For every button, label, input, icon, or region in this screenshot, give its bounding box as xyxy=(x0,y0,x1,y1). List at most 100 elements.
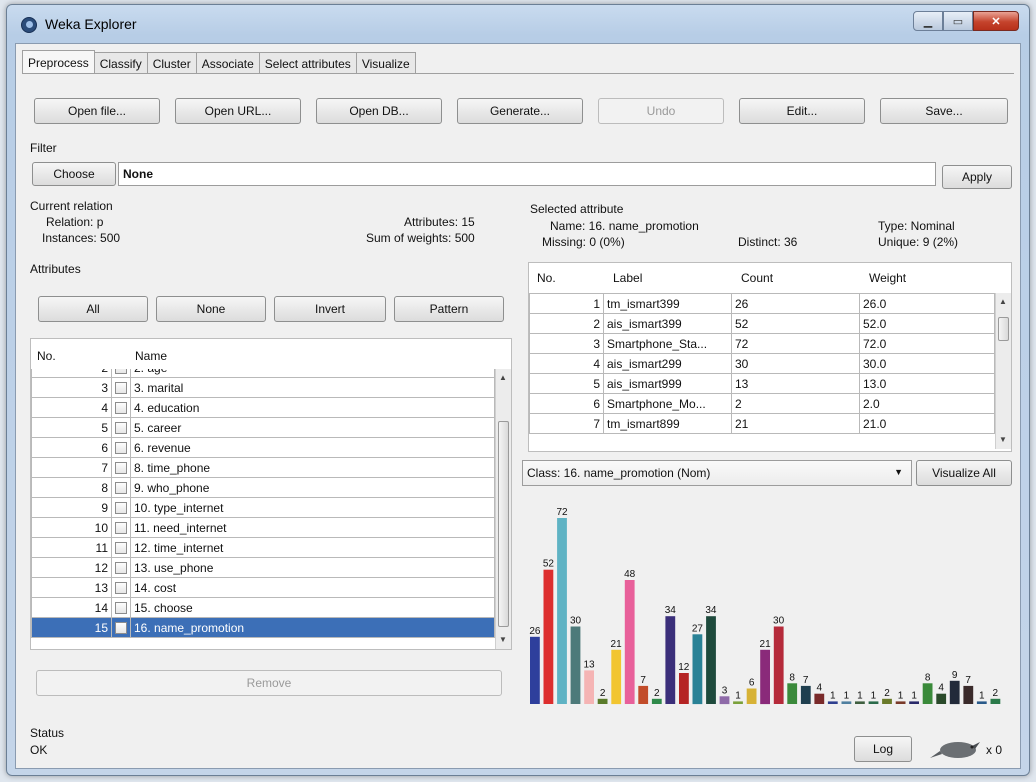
title-bar: Weka Explorer ▁ ▭ ✕ xyxy=(7,5,1029,43)
row-checkbox[interactable] xyxy=(115,462,127,475)
bar-31 xyxy=(936,693,947,704)
filter-field[interactable]: None xyxy=(118,162,936,186)
table-row[interactable]: 5 ais_ismart999 13 13.0 xyxy=(529,373,995,394)
bar-label-20: 8 xyxy=(789,672,795,683)
label-weight: 26.0 xyxy=(859,293,995,314)
selected-attribute-title: Selected attribute xyxy=(530,202,624,216)
bar-label-34: 1 xyxy=(979,690,985,701)
select-all-button[interactable]: All xyxy=(38,296,148,322)
row-checkbox[interactable] xyxy=(115,402,127,415)
table-row[interactable]: 2 2. age xyxy=(31,369,495,378)
row-checkbox[interactable] xyxy=(115,622,127,635)
minimize-button[interactable]: ▁ xyxy=(913,11,943,31)
edit-button[interactable]: Edit... xyxy=(739,98,865,124)
table-row[interactable]: 6 6. revenue xyxy=(31,437,495,458)
bar-label-17: 6 xyxy=(749,678,755,689)
scroll-thumb[interactable] xyxy=(998,317,1009,341)
bar-7 xyxy=(611,649,622,705)
table-row[interactable]: 5 5. career xyxy=(31,417,495,438)
table-row[interactable]: 3 3. marital xyxy=(31,377,495,398)
maximize-button[interactable]: ▭ xyxy=(943,11,973,31)
selected-attr-name: Name: 16. name_promotion xyxy=(550,219,699,233)
row-checkbox[interactable] xyxy=(115,502,127,515)
row-checkbox[interactable] xyxy=(115,522,127,535)
table-row[interactable]: 13 14. cost xyxy=(31,577,495,598)
row-checkbox[interactable] xyxy=(115,542,127,555)
generate-button[interactable]: Generate... xyxy=(457,98,583,124)
attr-no: 8 xyxy=(31,477,112,498)
class-distribution-chart[interactable]: 26527230132214872341227343 1621308 741 1 1 1 2… xyxy=(524,498,1012,718)
select-none-button[interactable]: None xyxy=(156,296,266,322)
row-checkbox[interactable] xyxy=(115,482,127,495)
class-select[interactable]: Class: 16. name_promotion (Nom) ▼ xyxy=(522,460,912,486)
open-db-button[interactable]: Open DB... xyxy=(316,98,442,124)
invert-selection-button[interactable]: Invert xyxy=(274,296,386,322)
visualize-all-button[interactable]: Visualize All xyxy=(916,460,1012,486)
attr-col-name: Name xyxy=(135,349,168,363)
table-row[interactable]: 8 9. who_phone xyxy=(31,477,495,498)
attr-no: 14 xyxy=(31,597,112,618)
row-checkbox[interactable] xyxy=(115,442,127,455)
table-row-selected[interactable]: 15 16. name_promotion xyxy=(31,617,495,638)
row-checkbox[interactable] xyxy=(115,582,127,595)
bar-label-14: 34 xyxy=(705,605,717,616)
attr-name: 2. age xyxy=(130,369,495,378)
scroll-up-icon: ▲ xyxy=(999,297,1007,306)
tab-preprocess[interactable]: Preprocess xyxy=(22,50,95,74)
tab-associate[interactable]: Associate xyxy=(195,52,260,74)
table-row[interactable]: 3 Smartphone_Sta... 72 72.0 xyxy=(529,333,995,354)
table-row[interactable]: 10 11. need_internet xyxy=(31,517,495,538)
table-row[interactable]: 1 tm_ismart399 26 26.0 xyxy=(529,293,995,314)
bar-label-5: 13 xyxy=(583,659,595,670)
apply-filter-button[interactable]: Apply xyxy=(942,165,1012,189)
row-checkbox[interactable] xyxy=(115,382,127,395)
table-row[interactable]: 7 8. time_phone xyxy=(31,457,495,478)
table-row[interactable]: 4 4. education xyxy=(31,397,495,418)
row-checkbox[interactable] xyxy=(115,422,127,435)
log-button[interactable]: Log xyxy=(854,736,912,762)
tab-classify[interactable]: Classify xyxy=(93,52,148,74)
table-row[interactable]: 11 12. time_internet xyxy=(31,537,495,558)
close-button[interactable]: ✕ xyxy=(973,11,1019,31)
row-checkbox[interactable] xyxy=(115,369,127,375)
save-button[interactable]: Save... xyxy=(880,98,1008,124)
label-weight: 72.0 xyxy=(859,333,995,354)
row-checkbox[interactable] xyxy=(115,602,127,615)
tab-select-attributes[interactable]: Select attributes xyxy=(258,52,357,74)
label-no: 4 xyxy=(529,353,604,374)
selected-attr-missing: Missing: 0 (0%) xyxy=(542,235,625,249)
bar-label-30: 8 xyxy=(925,672,931,683)
table-row[interactable]: 9 10. type_internet xyxy=(31,497,495,518)
undo-button[interactable]: Undo xyxy=(598,98,724,124)
pattern-button[interactable]: Pattern xyxy=(394,296,504,322)
label-col-weight: Weight xyxy=(869,271,907,285)
table-row[interactable]: 2 ais_ismart399 52 52.0 xyxy=(529,313,995,334)
open-file-button[interactable]: Open file... xyxy=(34,98,160,124)
table-row[interactable]: 6 Smartphone_Mo... 2 2.0 xyxy=(529,393,995,414)
bar-label-33: 7 xyxy=(965,675,971,686)
table-row[interactable]: 12 13. use_phone xyxy=(31,557,495,578)
scroll-thumb[interactable] xyxy=(498,421,509,627)
current-relation-title: Current relation xyxy=(30,199,113,213)
instances-count: Instances: 500 xyxy=(42,231,121,245)
bar-label-15: 3 xyxy=(722,685,728,696)
attributes-scrollbar[interactable]: ▲ ▼ xyxy=(495,369,511,649)
remove-button[interactable]: Remove xyxy=(36,670,502,696)
tab-visualize[interactable]: Visualize xyxy=(355,52,416,74)
table-row[interactable]: 4 ais_ismart299 30 30.0 xyxy=(529,353,995,374)
label-name: tm_ismart399 xyxy=(603,293,732,314)
open-url-button[interactable]: Open URL... xyxy=(175,98,301,124)
labels-scrollbar[interactable]: ▲ ▼ xyxy=(995,293,1011,449)
bar-14 xyxy=(706,616,716,704)
tab-cluster[interactable]: Cluster xyxy=(146,52,197,74)
minimize-icon: ▁ xyxy=(923,15,933,28)
selected-attr-distinct: Distinct: 36 xyxy=(738,235,798,249)
bar-label-11: 34 xyxy=(665,605,677,616)
weka-bird-icon[interactable] xyxy=(928,736,982,762)
attr-no: 11 xyxy=(31,537,112,558)
row-checkbox[interactable] xyxy=(115,562,127,575)
table-row[interactable]: 14 15. choose xyxy=(31,597,495,618)
table-row[interactable]: 7 tm_ismart899 21 21.0 xyxy=(529,413,995,434)
choose-filter-button[interactable]: Choose xyxy=(32,162,116,186)
attr-no: 3 xyxy=(31,377,112,398)
